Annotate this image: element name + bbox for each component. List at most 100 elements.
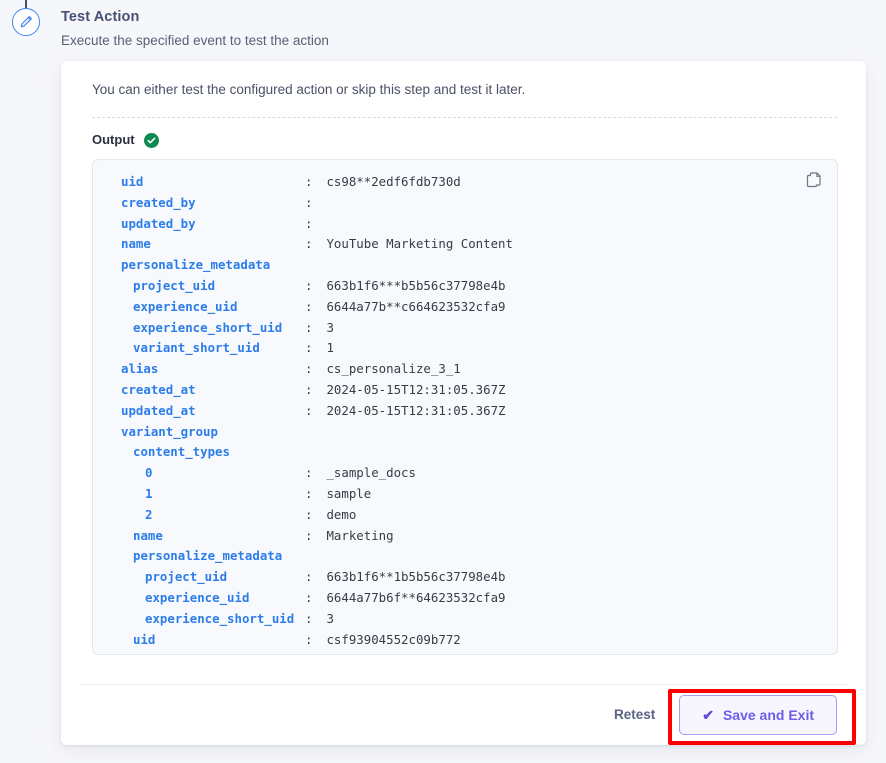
dashed-divider [92, 117, 837, 118]
output-key: created_at [121, 381, 196, 397]
output-colon: : [305, 631, 313, 647]
output-key: project_uid [145, 569, 228, 585]
output-colon: : [305, 298, 313, 314]
retest-button[interactable]: Retest [604, 699, 665, 730]
output-colon: : [305, 589, 313, 605]
output-line: alias: cs_personalize_3_1 [93, 359, 837, 380]
output-key: alias [121, 361, 159, 377]
output-colon: : [305, 402, 313, 418]
page-title: Test Action [61, 9, 140, 25]
output-colon: : [305, 485, 313, 501]
output-value: 6644a77b**c664623532cfa9 [319, 298, 506, 314]
output-key: uid [133, 631, 156, 647]
output-line: variant_group: [93, 422, 837, 443]
output-line: experience_short_uid: 3 [93, 318, 837, 339]
output-key: experience_uid [133, 298, 238, 314]
output-colon: : [305, 506, 313, 522]
card-footer: Retest ✔ Save and Exit [61, 684, 866, 745]
output-key: updated_at [121, 402, 196, 418]
output-key: updated_by [121, 215, 196, 231]
output-line: experience_uid: 6644a77b**c664623532cfa9 [93, 297, 837, 318]
output-value: 2024-05-15T12:31:05.367Z [319, 381, 506, 397]
output-value: 663b1f6***b5b56c37798e4b [319, 277, 506, 293]
output-header: Output [92, 132, 159, 148]
output-line: created_at: 2024-05-15T12:31:05.367Z [93, 380, 837, 401]
output-line: updated_by: [93, 214, 837, 235]
output-colon: : [305, 215, 313, 231]
output-line: name: YouTube Marketing Content [93, 234, 837, 255]
output-key: experience_short_uid [133, 319, 283, 335]
output-colon: : [305, 236, 313, 252]
output-key: experience_short_uid [145, 610, 295, 626]
output-colon: : [305, 340, 313, 356]
output-line: uid: cs98**2edf6fdb730d [93, 172, 837, 193]
output-line: 2: demo [93, 505, 837, 526]
output-value: sample [319, 485, 372, 501]
output-line: 1: sample [93, 484, 837, 505]
output-value: YouTube Marketing Content [319, 236, 513, 252]
output-key: personalize_metadata [133, 548, 283, 564]
output-line: project_uid: 663b1f6**1b5b56c37798e4b [93, 567, 837, 588]
output-line: variant_short_uid: 1 [93, 338, 837, 359]
output-line: created_by: [93, 193, 837, 214]
output-json-tree: uid: cs98**2edf6fdb730d created_by: update… [93, 172, 837, 650]
output-colon: : [305, 319, 313, 335]
pencil-edit-icon[interactable] [12, 8, 40, 36]
output-key: created_by [121, 194, 196, 210]
output-line: 0: _sample_docs [93, 463, 837, 484]
output-colon: : [305, 610, 313, 626]
output-value: demo [319, 506, 357, 522]
output-line: project_uid: 663b1f6***b5b56c37798e4b [93, 276, 837, 297]
output-value: 3 [319, 319, 334, 335]
output-line: personalize_metadata: [93, 255, 837, 276]
save-and-exit-label: Save and Exit [722, 706, 814, 723]
output-line: experience_uid: 6644a77b6f**64623532cfa9 [93, 588, 837, 609]
output-line: updated_at: 2024-05-15T12:31:05.367Z [93, 401, 837, 422]
output-colon: : [305, 361, 313, 377]
card-intro-text: You can either test the configured actio… [92, 82, 526, 97]
output-value: _sample_docs [319, 465, 416, 481]
page-subtitle: Execute the specified event to test the … [61, 33, 329, 48]
output-key: name [133, 527, 163, 543]
output-key: variant_short_uid [133, 340, 260, 356]
output-colon: : [305, 527, 313, 543]
output-key: uid [121, 174, 144, 189]
output-line: content_types: [93, 442, 837, 463]
output-colon: : [305, 194, 313, 210]
output-value: csf93904552c09b772 [319, 631, 461, 647]
output-colon: : [305, 174, 313, 189]
output-key: project_uid [133, 277, 216, 293]
output-colon: : [305, 381, 313, 397]
output-value: 2024-05-15T12:31:05.367Z [319, 402, 506, 418]
output-line: uid: csf93904552c09b772 [93, 630, 837, 651]
output-value: cs98**2edf6fdb730d [319, 174, 461, 189]
output-value: 3 [319, 610, 334, 626]
output-line: name: Marketing [93, 526, 837, 547]
output-key: content_types [133, 444, 230, 460]
section-header: Test Action Execute the specified event … [61, 8, 761, 49]
output-key: name [121, 236, 151, 252]
output-value: Marketing [319, 527, 394, 543]
output-line: personalize_metadata: [93, 546, 837, 567]
output-value: 663b1f6**1b5b56c37798e4b [319, 569, 506, 585]
output-code-block: uid: cs98**2edf6fdb730d created_by: update… [92, 159, 838, 655]
output-value: cs_personalize_3_1 [319, 361, 461, 377]
output-key: experience_uid [145, 589, 250, 605]
output-key: personalize_metadata [121, 257, 271, 273]
check-circle-icon [143, 132, 159, 148]
output-colon: : [305, 569, 313, 585]
output-key: variant_group [121, 423, 218, 439]
test-action-card: You can either test the configured actio… [61, 61, 866, 745]
step-rail [6, 0, 46, 120]
output-value: 6644a77b6f**64623532cfa9 [319, 589, 506, 605]
output-value: 1 [319, 340, 334, 356]
check-icon: ✔ [702, 706, 714, 723]
output-key: 0 [145, 465, 153, 481]
output-colon: : [305, 465, 313, 481]
save-and-exit-button[interactable]: ✔ Save and Exit [679, 694, 837, 735]
output-colon: : [305, 277, 313, 293]
output-key: 2 [145, 506, 153, 522]
output-line: experience_short_uid: 3 [93, 609, 837, 630]
output-label: Output [92, 132, 135, 147]
output-key: 1 [145, 485, 153, 501]
